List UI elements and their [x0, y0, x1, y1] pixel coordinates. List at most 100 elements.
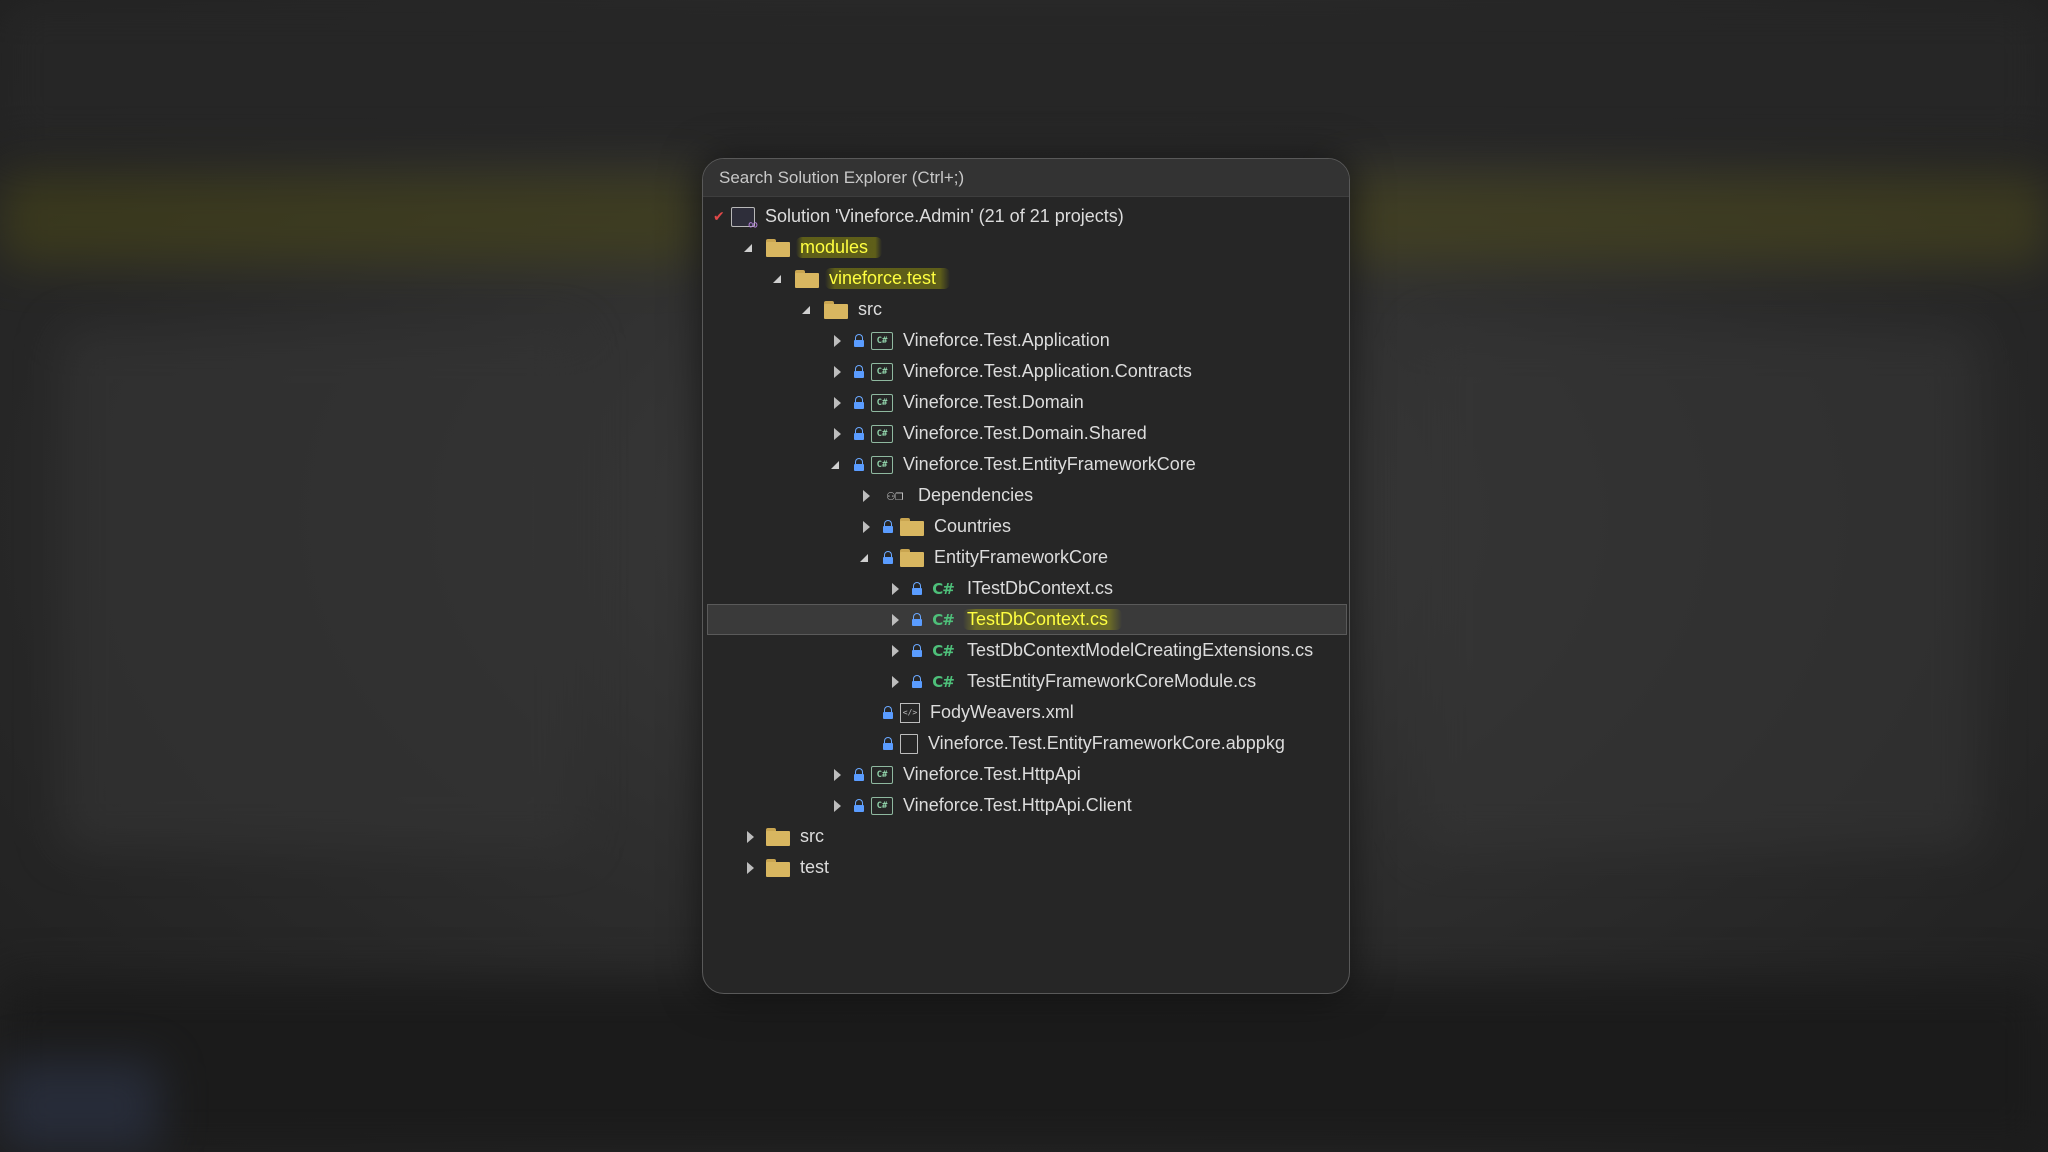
- collapse-arrow-icon[interactable]: [858, 550, 874, 566]
- tree-item[interactable]: Countries: [703, 511, 1349, 542]
- lock-icon: [911, 674, 923, 689]
- tree-item[interactable]: C# ITestDbContext.cs: [703, 573, 1349, 604]
- lock-icon: [853, 364, 865, 379]
- lock-icon: [853, 426, 865, 441]
- expand-arrow-icon[interactable]: [742, 829, 758, 845]
- folder-icon: [900, 517, 924, 536]
- expand-arrow-icon[interactable]: [829, 767, 845, 783]
- tree-item-label: src: [800, 826, 824, 846]
- lock-icon: [911, 581, 923, 596]
- tree-item[interactable]: C# Vineforce.Test.Application: [703, 325, 1349, 356]
- csharp-file-icon: C#: [932, 579, 955, 598]
- lock-icon: [853, 798, 865, 813]
- tree-item[interactable]: C# Vineforce.Test.Application.Contracts: [703, 356, 1349, 387]
- tree-item[interactable]: test: [703, 852, 1349, 883]
- collapse-arrow-icon[interactable]: [800, 302, 816, 318]
- expand-arrow-icon[interactable]: [742, 860, 758, 876]
- tree-item[interactable]: src: [703, 294, 1349, 325]
- tree-item-label: Solution 'Vineforce.Admin' (21 of 21 pro…: [765, 206, 1124, 226]
- solution-explorer-panel: Search Solution Explorer (Ctrl+;) ✔ Solut…: [702, 158, 1350, 994]
- folder-icon: [766, 238, 790, 257]
- csproj-icon: C#: [871, 362, 893, 381]
- tree-item-label: FodyWeavers.xml: [930, 702, 1074, 722]
- expand-arrow-icon[interactable]: [858, 519, 874, 535]
- tree-item-label: Vineforce.Test.HttpApi: [903, 764, 1081, 784]
- tree-item-label: Vineforce.Test.Domain: [903, 392, 1084, 412]
- tree-item[interactable]: C# TestDbContextModelCreatingExtensions.c…: [703, 635, 1349, 666]
- tree-item[interactable]: C# Vineforce.Test.Domain.Shared: [703, 418, 1349, 449]
- lock-icon: [882, 705, 894, 720]
- expand-arrow-icon[interactable]: [858, 488, 874, 504]
- tree-item[interactable]: src: [703, 821, 1349, 852]
- tree-item-label: Vineforce.Test.Domain.Shared: [903, 423, 1147, 443]
- tree-item[interactable]: ⚇❐ Dependencies: [703, 480, 1349, 511]
- tree-item-label: Vineforce.Test.EntityFrameworkCore: [903, 454, 1196, 474]
- tree-item[interactable]: </> FodyWeavers.xml: [703, 697, 1349, 728]
- lock-icon: [853, 333, 865, 348]
- csproj-icon: C#: [871, 424, 893, 443]
- expand-arrow-icon[interactable]: [887, 674, 903, 690]
- dependencies-icon: ⚇❐: [886, 487, 904, 504]
- tree-item-label: EntityFrameworkCore: [934, 547, 1109, 567]
- csproj-icon: C#: [871, 331, 893, 350]
- tree-item[interactable]: Vineforce.Test.EntityFrameworkCore.abppk…: [703, 728, 1349, 759]
- collapse-arrow-icon[interactable]: [771, 271, 787, 287]
- lock-icon: [853, 395, 865, 410]
- checkmark-icon: ✔: [713, 208, 725, 224]
- lock-icon: [882, 519, 894, 534]
- csharp-file-icon: C#: [932, 610, 955, 629]
- tree-item[interactable]: modules: [703, 232, 1349, 263]
- csharp-file-icon: C#: [932, 672, 955, 691]
- expand-arrow-icon[interactable]: [887, 612, 903, 628]
- expand-arrow-icon[interactable]: [887, 643, 903, 659]
- search-placeholder: Search Solution Explorer (Ctrl+;): [719, 167, 965, 187]
- tree-item[interactable]: EntityFrameworkCore: [703, 542, 1349, 573]
- lock-icon: [853, 457, 865, 472]
- tree-item-label: src: [858, 299, 882, 319]
- tree-item[interactable]: ✔ Solution 'Vineforce.Admin' (21 of 21 pr…: [703, 201, 1349, 232]
- tree-item[interactable]: C# Vineforce.Test.EntityFrameworkCore: [703, 449, 1349, 480]
- folder-icon: [824, 300, 848, 319]
- tree-item-label: TestDbContext.cs: [963, 609, 1123, 630]
- expand-arrow-icon[interactable]: [829, 426, 845, 442]
- tree-item-label: Vineforce.Test.HttpApi.Client: [903, 795, 1132, 815]
- tree-item-label: test: [800, 857, 830, 877]
- tree-item-label: Vineforce.Test.Application.Contracts: [903, 361, 1192, 381]
- folder-icon: [900, 548, 924, 567]
- lock-icon: [911, 643, 923, 658]
- tree-item-label: vineforce.test: [825, 268, 951, 289]
- folder-icon: [766, 858, 790, 877]
- xml-file-icon: </>: [900, 702, 920, 723]
- expand-arrow-icon[interactable]: [887, 581, 903, 597]
- tree-item[interactable]: C# TestDbContext.cs: [707, 604, 1347, 635]
- solution-tree: ✔ Solution 'Vineforce.Admin' (21 of 21 pr…: [703, 201, 1349, 883]
- tree-item-label: ITestDbContext.cs: [967, 578, 1114, 598]
- tree-item[interactable]: C# Vineforce.Test.HttpApi.Client: [703, 790, 1349, 821]
- tree-item-label: Countries: [934, 516, 1012, 536]
- solution-icon: [731, 206, 758, 232]
- lock-icon: [853, 767, 865, 782]
- collapse-arrow-icon[interactable]: [829, 457, 845, 473]
- csproj-icon: C#: [871, 765, 893, 784]
- expand-arrow-icon[interactable]: [829, 364, 845, 380]
- lock-icon: [911, 612, 923, 627]
- lock-icon: [882, 550, 894, 565]
- tree-item-label: Dependencies: [918, 485, 1034, 505]
- csproj-icon: C#: [871, 796, 893, 815]
- tree-item[interactable]: C# Vineforce.Test.HttpApi: [703, 759, 1349, 790]
- folder-icon: [795, 269, 819, 288]
- tree-item[interactable]: C# Vineforce.Test.Domain: [703, 387, 1349, 418]
- tree-item[interactable]: C# TestEntityFrameworkCoreModule.cs: [703, 666, 1349, 697]
- tree-item-label: modules: [796, 237, 883, 258]
- tree-item-label: TestEntityFrameworkCoreModule.cs: [967, 671, 1257, 691]
- csproj-icon: C#: [871, 455, 893, 474]
- tree-item-label: Vineforce.Test.Application: [903, 330, 1110, 350]
- expand-arrow-icon[interactable]: [829, 798, 845, 814]
- file-icon: [900, 733, 918, 754]
- collapse-arrow-icon[interactable]: [742, 240, 758, 256]
- search-solution-explorer-input[interactable]: Search Solution Explorer (Ctrl+;): [703, 159, 1349, 197]
- expand-arrow-icon[interactable]: [829, 333, 845, 349]
- tree-item-label: Vineforce.Test.EntityFrameworkCore.abppk…: [928, 733, 1285, 753]
- tree-item[interactable]: vineforce.test: [703, 263, 1349, 294]
- expand-arrow-icon[interactable]: [829, 395, 845, 411]
